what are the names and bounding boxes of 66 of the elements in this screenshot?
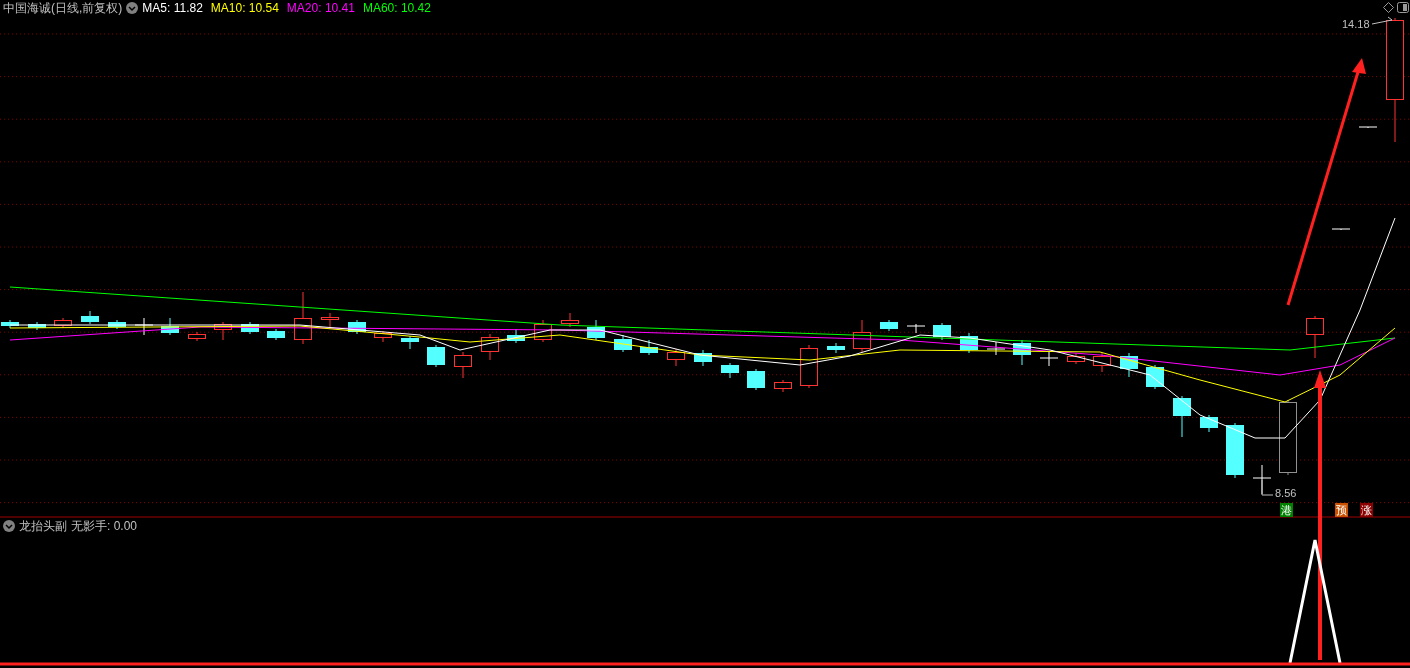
dropdown-icon[interactable]: [126, 2, 139, 14]
candlestick: [640, 339, 658, 356]
candlestick: [188, 331, 206, 342]
candlestick: [1013, 339, 1031, 366]
candlestick: [28, 321, 46, 331]
candlestick: [401, 335, 419, 350]
candlestick: [1331, 228, 1351, 231]
candlestick: [800, 344, 818, 389]
low-leader-line: [1261, 479, 1274, 496]
candlestick: [1120, 352, 1138, 378]
signal-tag: 涨: [1360, 503, 1373, 517]
indicator-name: 龙抬头副: [19, 518, 67, 534]
candlestick: [880, 319, 898, 332]
diamond-icon[interactable]: [1383, 2, 1394, 13]
candlestick: [427, 344, 445, 368]
candlestick: [933, 322, 951, 341]
panel-toggle-icon[interactable]: [1397, 2, 1409, 13]
candlestick: [694, 349, 712, 367]
candlestick: [614, 334, 632, 353]
chart-title: 中国海诚(日线,前复权): [2, 0, 123, 16]
low-price-label: 8.56: [1275, 486, 1297, 500]
candlestick: [986, 341, 1006, 356]
moving-average-label: MA5: 11.82: [142, 0, 203, 16]
moving-average-label: MA20: 10.41: [286, 0, 355, 16]
signal-tag: 港: [1280, 503, 1293, 517]
candlestick: [267, 328, 285, 341]
candlestick: [853, 319, 871, 353]
candlestick: [1039, 351, 1059, 367]
candlestick: [1, 319, 19, 329]
candlestick: [667, 348, 685, 367]
candlestick: [108, 319, 126, 330]
candlestick: [1226, 422, 1244, 479]
candlestick: [1093, 352, 1111, 373]
moving-average-label: MA10: 10.54: [210, 0, 279, 16]
dropdown-icon[interactable]: [3, 520, 15, 532]
candlestick: [960, 332, 978, 354]
candlestick: [1173, 395, 1191, 438]
candlestick: [1200, 414, 1218, 433]
candlestick: [534, 319, 552, 343]
candlestick: [161, 317, 179, 336]
candlestick: [827, 342, 845, 354]
candlestick: [454, 351, 472, 379]
signal-tag: 预: [1335, 503, 1348, 517]
candlestick: [1067, 352, 1085, 365]
candlestick: [906, 323, 926, 334]
candlestick: [54, 317, 72, 329]
candlestick: [481, 333, 499, 361]
candlestick: [1306, 315, 1324, 359]
candlestick: [214, 321, 232, 341]
candlestick: [561, 312, 579, 328]
candlestick: [507, 328, 525, 344]
candlestick: [774, 379, 792, 393]
candlestick: [721, 362, 739, 379]
high-price-label: 14.18: [1342, 17, 1370, 31]
candlestick: [294, 291, 312, 345]
candlestick: [81, 310, 99, 325]
indicator-value: 无影手: 0.00: [71, 518, 138, 534]
candlestick: [348, 319, 366, 335]
candlestick: [747, 368, 765, 391]
candlestick: [241, 321, 259, 335]
candlestick: [321, 312, 339, 328]
candlestick: [374, 330, 392, 343]
high-leader-line: [1371, 16, 1393, 25]
candlestick: [1358, 126, 1378, 129]
candlestick: [587, 319, 605, 341]
moving-average-label: MA60: 10.42: [362, 0, 431, 16]
